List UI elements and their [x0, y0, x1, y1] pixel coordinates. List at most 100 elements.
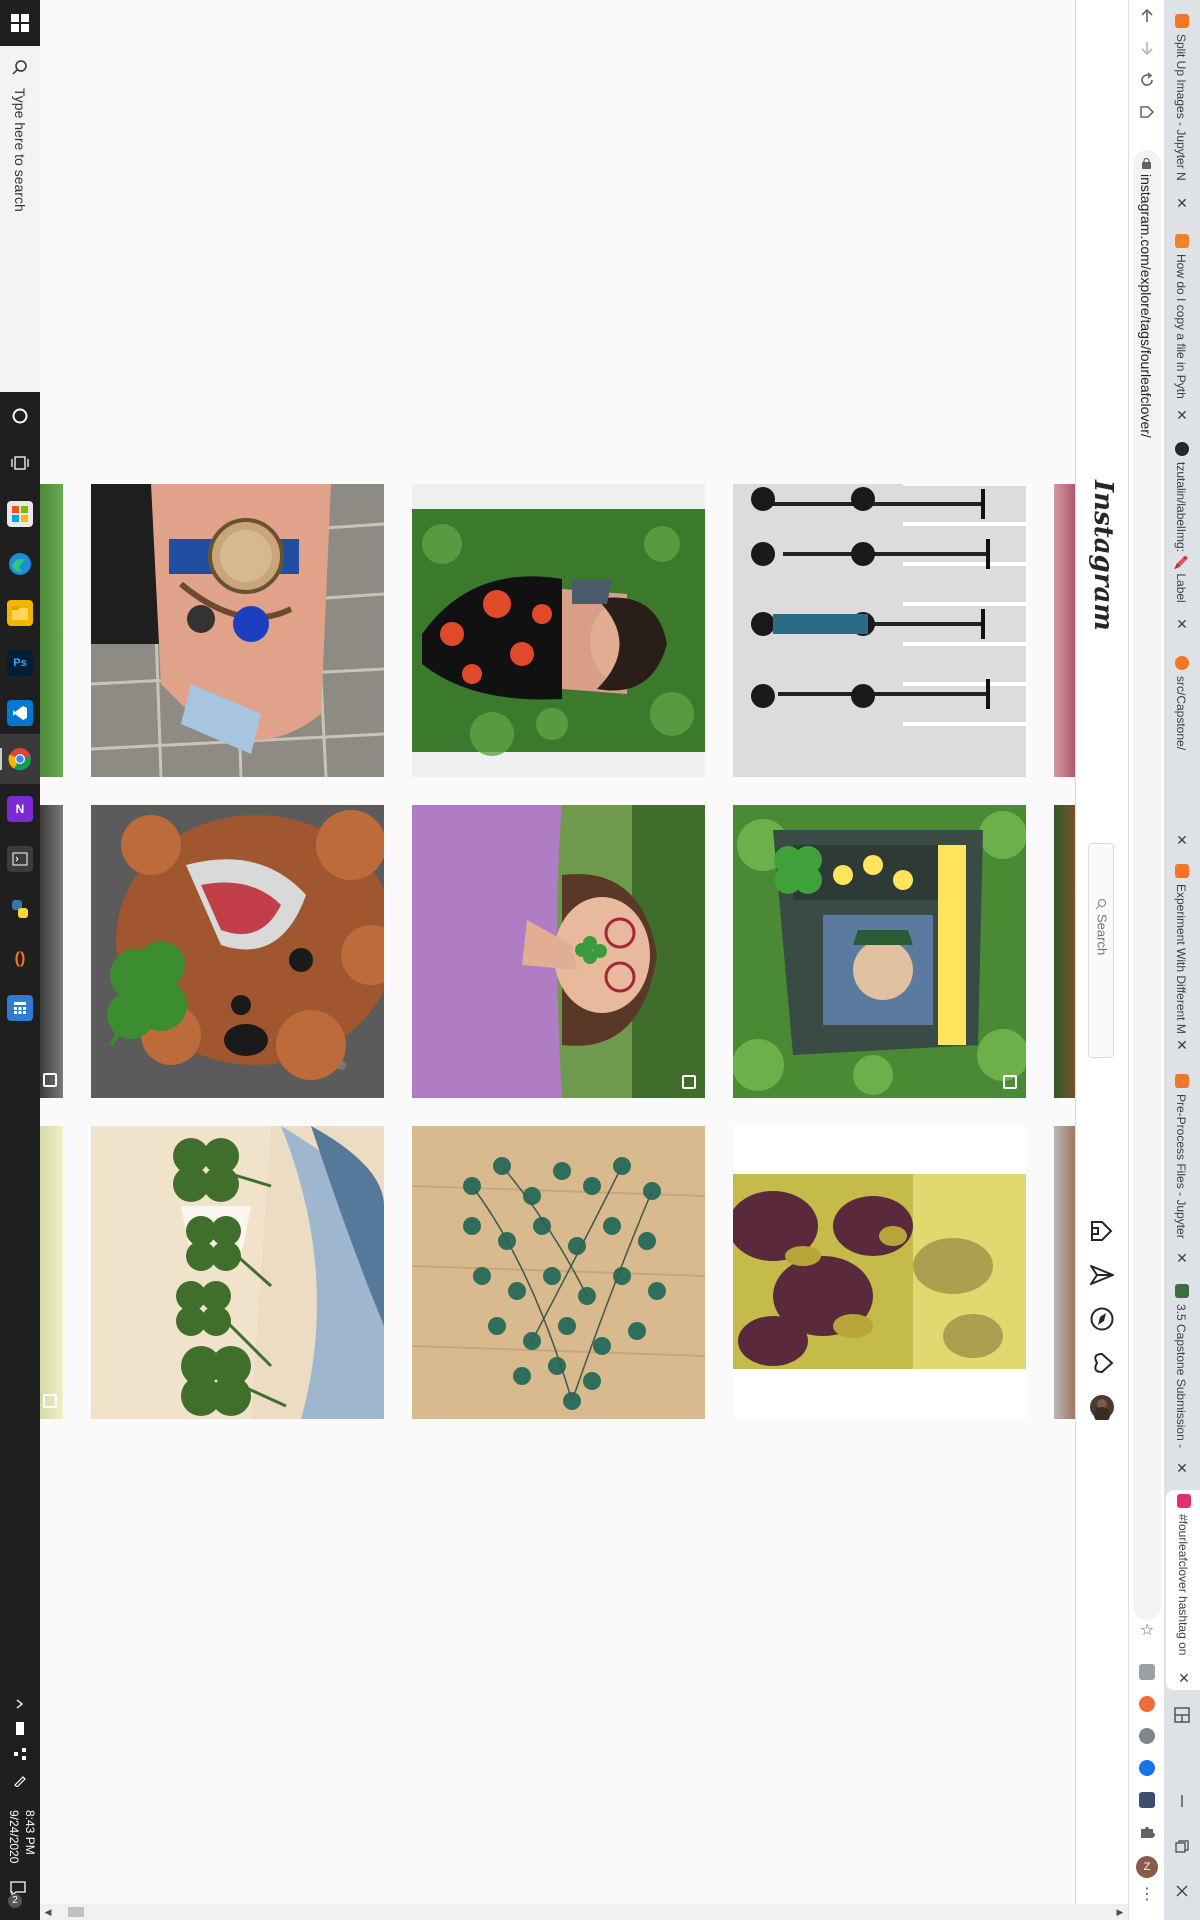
multiple-photos-icon: [43, 1073, 57, 1087]
tab-title: Split Up Images - Jupyter N: [1174, 34, 1188, 181]
forward-button[interactable]: [1135, 40, 1159, 64]
close-tab-icon[interactable]: ✕: [1174, 616, 1190, 632]
profile-avatar[interactable]: [1089, 1394, 1115, 1423]
restore-icon: [1175, 1840, 1189, 1853]
chrome-icon[interactable]: [7, 746, 33, 772]
start-button[interactable]: [0, 0, 40, 46]
instagram-logo[interactable]: Instagram: [1088, 480, 1118, 631]
browser-tab[interactable]: tzutalin/labelImg: 🖍️ Label ✕: [1164, 438, 1200, 633]
extension-icon[interactable]: [1139, 1728, 1155, 1744]
battery-icon[interactable]: [6, 1714, 34, 1742]
search-icon: [11, 58, 29, 76]
post-thumbnail[interactable]: [91, 1126, 384, 1419]
browser-profile-avatar[interactable]: Z: [1136, 1856, 1158, 1878]
action-center-button[interactable]: 2: [8, 1878, 32, 1908]
lock-icon: [1142, 158, 1151, 169]
close-tab-icon[interactable]: ✕: [1174, 407, 1190, 423]
clock-time: 8:43 PM: [23, 1810, 37, 1855]
browser-tab[interactable]: Pre-Process Files - Jupyter ✕: [1164, 1070, 1200, 1266]
address-bar[interactable]: instagram.com/explore/tags/fourleafclove…: [1133, 150, 1161, 1620]
post-thumbnail[interactable]: [91, 484, 384, 777]
close-tab-icon[interactable]: ✕: [1174, 1460, 1190, 1476]
extension-icon[interactable]: [1139, 1760, 1155, 1776]
search-input[interactable]: [1089, 844, 1113, 1057]
browser-tab-active[interactable]: #fourleafclover hashtag on ✕: [1166, 1490, 1200, 1690]
close-window-button[interactable]: [1172, 1884, 1192, 1904]
extension-icon[interactable]: [1139, 1664, 1155, 1680]
close-tab-icon[interactable]: ✕: [1174, 1250, 1190, 1266]
post-thumbnail[interactable]: [412, 484, 705, 777]
bookmark-star-icon[interactable]: ☆: [1137, 1620, 1157, 1640]
instagram-favicon: [1177, 1494, 1191, 1508]
taskbar-search-box[interactable]: Type here to search: [0, 46, 40, 392]
arrow-down-icon: [1141, 42, 1153, 56]
browser-tab[interactable]: 3.5 Capstone Submission - ✕: [1164, 1280, 1200, 1476]
cortana-icon[interactable]: [6, 402, 34, 430]
pen-icon[interactable]: [6, 1766, 34, 1794]
home-icon[interactable]: [1089, 1218, 1115, 1244]
network-icon[interactable]: [6, 1740, 34, 1768]
python-icon[interactable]: [7, 896, 33, 922]
multiple-photos-icon: [682, 1075, 696, 1089]
post-thumbnail[interactable]: [733, 484, 1026, 777]
edge-icon[interactable]: [7, 551, 33, 577]
file-explorer-icon[interactable]: [7, 600, 33, 626]
post-thumbnail[interactable]: [412, 1126, 705, 1419]
reload-button[interactable]: [1135, 72, 1159, 96]
tab-title: 3.5 Capstone Submission -: [1174, 1304, 1188, 1449]
post-thumbnail-partial[interactable]: [40, 484, 63, 777]
tab-title: Experiment With Different M: [1174, 884, 1188, 1034]
more-options-icon[interactable]: ⋮: [1137, 1884, 1157, 1904]
close-tab-icon[interactable]: ✕: [1174, 195, 1190, 211]
scroll-left-arrow-icon[interactable]: ◀: [40, 1904, 56, 1920]
jupyter-icon[interactable]: (): [7, 946, 33, 972]
browser-tab[interactable]: src/Capstone/ ✕: [1164, 652, 1200, 848]
scroll-right-arrow-icon[interactable]: ▶: [1112, 1904, 1128, 1920]
browser-tab[interactable]: How do I copy a file in Pyth ✕: [1164, 230, 1200, 425]
woman-in-floral-dress-photo: [412, 484, 705, 777]
post-thumbnail[interactable]: [412, 805, 705, 1098]
browser-tab[interactable]: Split Up Images - Jupyter N ✕: [1164, 10, 1200, 220]
new-tab-button[interactable]: [1172, 1706, 1192, 1726]
back-button[interactable]: [1135, 8, 1159, 32]
instagram-search[interactable]: [1088, 843, 1114, 1058]
extension-icon[interactable]: [1139, 1696, 1155, 1712]
microsoft-store-icon[interactable]: [7, 501, 33, 527]
electric-scooters-photo: [733, 484, 1026, 777]
post-thumbnail[interactable]: [733, 805, 1026, 1098]
direct-message-icon[interactable]: [1089, 1262, 1115, 1288]
dog-with-clover-photo: [91, 805, 384, 1098]
scrollbar-thumb[interactable]: [68, 1907, 84, 1917]
puzzle-extensions-icon[interactable]: [1139, 1824, 1155, 1840]
jupyter-favicon: [1175, 14, 1189, 28]
post-thumbnail-partial[interactable]: [1054, 1126, 1075, 1419]
post-thumbnail-partial[interactable]: [40, 1126, 63, 1419]
close-tab-icon[interactable]: ✕: [1176, 1670, 1192, 1686]
post-thumbnail-partial[interactable]: [1054, 484, 1075, 777]
stackoverflow-favicon: [1175, 234, 1189, 248]
close-tab-icon[interactable]: ✕: [1174, 1037, 1190, 1053]
vscode-icon[interactable]: [7, 700, 33, 726]
post-thumbnail-partial[interactable]: [40, 805, 63, 1098]
minimize-button[interactable]: [1172, 1794, 1192, 1814]
purple-yellow-leaves-photo: [733, 1126, 1026, 1419]
restore-button[interactable]: [1172, 1840, 1192, 1860]
horizontal-scrollbar[interactable]: ◀ ▶: [40, 1904, 1128, 1920]
extension-icon[interactable]: [1139, 1792, 1155, 1808]
post-thumbnail[interactable]: [91, 805, 384, 1098]
photoshop-icon[interactable]: Ps: [7, 650, 33, 676]
close-tab-icon[interactable]: ✕: [1174, 832, 1190, 848]
activity-heart-icon[interactable]: [1089, 1350, 1115, 1376]
onenote-icon[interactable]: N: [7, 796, 33, 822]
home-icon: [1140, 106, 1155, 118]
calculator-icon[interactable]: [7, 995, 33, 1021]
windows-taskbar: Type here to search Ps N () 8:43 PM 9/24…: [0, 0, 40, 1920]
explore-compass-icon[interactable]: [1089, 1306, 1115, 1332]
browser-tab[interactable]: Experiment With Different M ✕: [1164, 860, 1200, 1055]
task-view-icon[interactable]: [6, 449, 34, 477]
post-thumbnail-partial[interactable]: [1054, 805, 1075, 1098]
post-thumbnail[interactable]: [733, 1126, 1026, 1419]
tab-title: #fourleafclover hashtag on: [1176, 1514, 1190, 1656]
terminal-icon[interactable]: [7, 846, 33, 872]
home-button[interactable]: [1135, 104, 1159, 128]
